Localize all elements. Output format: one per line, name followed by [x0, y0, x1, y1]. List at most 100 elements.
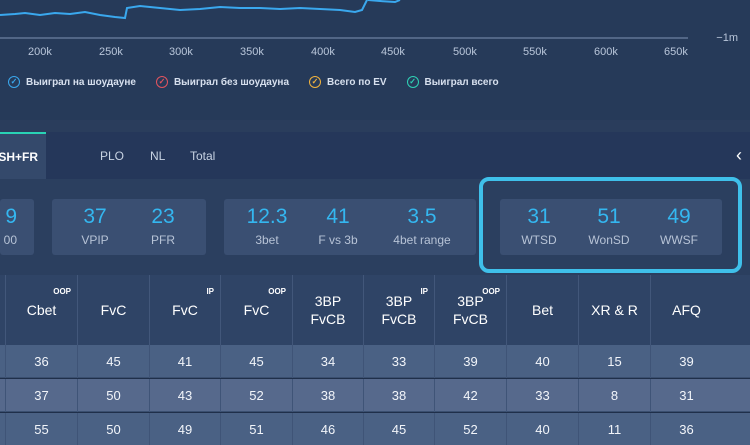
table-cell: 38 [292, 379, 363, 412]
check-circle-icon: ✓ [406, 76, 419, 88]
stat-item: 23 PFR [128, 199, 198, 247]
table-cell: 45 [220, 345, 292, 378]
x-tick-label: 300k [169, 46, 193, 58]
stat-group-3bet: 12.3 3bet 41 F vs 3b 3.5 4bet range [224, 199, 476, 255]
x-tick-label: 250k [99, 46, 123, 58]
table-cell: 15 [578, 345, 650, 378]
column-header[interactable]: Bet [506, 275, 578, 345]
legend-item-ev[interactable]: ✓ Всего по EV [309, 76, 387, 88]
tab-total[interactable]: Total [190, 149, 215, 163]
table-cell: 37 [5, 379, 77, 412]
highlight-frame [479, 177, 742, 273]
tab-sh-fr[interactable]: SH+FR [0, 132, 46, 179]
stat-item: 41 F vs 3b [303, 199, 373, 247]
stat-value: 3.5 [407, 205, 437, 228]
legend-item-total[interactable]: ✓ Выиграл всего [406, 76, 499, 88]
stat-value: 12.3 [246, 205, 288, 228]
table-cell: 33 [363, 345, 434, 378]
table-cell: 55 [5, 413, 77, 445]
table-cell: 11 [578, 413, 650, 445]
table-cell: 8 [578, 379, 650, 412]
table-cell: 49 [149, 413, 220, 445]
table-cell: 38 [363, 379, 434, 412]
stat-value: 41 [326, 205, 350, 228]
column-header[interactable]: FvC [77, 275, 149, 345]
x-tick-label: 350k [240, 46, 264, 58]
check-circle-icon: ✓ [8, 76, 20, 88]
table-cell: 52 [434, 413, 506, 445]
column-header[interactable]: Cbet OOP [5, 275, 77, 345]
table-cell: 40 [506, 413, 578, 445]
table-cell: 39 [434, 345, 506, 378]
table-cell: 41 [149, 345, 220, 378]
table-cell: 45 [363, 413, 434, 445]
winnings-chart: 200k 250k 300k 350k 400k 450k 500k 550k … [0, 0, 750, 120]
column-header[interactable]: 3BP FvCB [292, 275, 363, 345]
column-header[interactable]: 3BP FvCB IP [363, 275, 434, 345]
tab-nl[interactable]: NL [150, 149, 165, 163]
table-row: 37 50 43 52 38 38 42 33 8 31 [0, 379, 750, 412]
chart-legend: ✓ Выиграл на шоудауне ✓ Выиграл без шоуд… [0, 75, 519, 89]
table-cell: 43 [149, 379, 220, 412]
series-line-showdown [0, 0, 369, 20]
column-header[interactable]: FvC IP [149, 275, 220, 345]
chevron-left-icon[interactable]: ‹ [736, 144, 750, 166]
x-tick-label: 500k [453, 46, 477, 58]
stat-item: 9 00 [0, 199, 25, 247]
stat-value: 23 [151, 205, 175, 228]
x-tick-label: 450k [381, 46, 405, 58]
table-cell: 33 [506, 379, 578, 412]
x-tick-label: 550k [523, 46, 547, 58]
x-tick-label: 400k [311, 46, 335, 58]
x-tick-label: 200k [28, 46, 52, 58]
table-cell: 50 [77, 379, 149, 412]
table-cell: 31 [650, 379, 722, 412]
series-line-showdown-tail [367, 0, 401, 4]
stat-item: 3.5 4bet range [386, 199, 458, 247]
stat-group-preflop: 37 VPIP 23 PFR [52, 199, 206, 255]
stat-label: VPIP [81, 233, 109, 247]
stats-panel: 9 00 37 VPIP 23 PFR 12.3 3bet 41 F vs 3b… [0, 177, 750, 275]
legend-item-non-showdown[interactable]: ✓ Выиграл без шоудауна [155, 76, 290, 88]
stat-value: 9 [5, 205, 17, 228]
legend-label: Выиграл на шоудауне [26, 76, 136, 88]
table-cell: 45 [77, 345, 149, 378]
stat-label: F vs 3b [318, 233, 358, 247]
stat-label: PFR [151, 233, 175, 247]
game-type-tabs: SH+FR PLO NL Total ‹ [0, 132, 750, 179]
column-header[interactable]: 3BP FvCB OOP [434, 275, 506, 345]
column-header[interactable]: FvC OOP [220, 275, 292, 345]
stat-group-partial: 9 00 [0, 199, 34, 255]
table-cell: 39 [650, 345, 722, 378]
stat-label: 4bet range [393, 233, 451, 247]
y-axis-label: −1m [716, 32, 738, 44]
legend-label: Всего по EV [327, 76, 387, 88]
table-cell: 36 [650, 413, 722, 445]
table-row: 36 45 41 45 34 33 39 40 15 39 [0, 345, 750, 378]
table-cell: 46 [292, 413, 363, 445]
stat-label: 00 [3, 233, 17, 247]
legend-item-showdown[interactable]: ✓ Выиграл на шоудауне [8, 76, 136, 88]
table-cell: 42 [434, 379, 506, 412]
table-cell: 34 [292, 345, 363, 378]
column-header[interactable]: XR & R [578, 275, 650, 345]
stat-label: 3bet [255, 233, 279, 247]
x-tick-label: 650k [664, 46, 688, 58]
legend-label: Выиграл без шоудауна [173, 76, 290, 88]
table-cell: 36 [5, 345, 77, 378]
table-row: 55 50 49 51 46 45 52 40 11 36 [0, 413, 750, 445]
check-circle-icon: ✓ [155, 76, 168, 88]
table-cell: 40 [506, 345, 578, 378]
section-divider [0, 120, 750, 132]
stats-table-header: Cbet OOP FvC FvC IP FvC OOP 3BP FvCB 3BP Fv… [0, 275, 750, 345]
column-header[interactable]: AFQ [650, 275, 722, 345]
check-circle-icon: ✓ [309, 76, 322, 88]
stat-value: 37 [83, 205, 107, 228]
stat-item: 37 VPIP [60, 199, 130, 247]
legend-label: Выиграл всего [424, 76, 499, 88]
x-tick-label: 600k [594, 46, 618, 58]
stat-item: 12.3 3bet [232, 199, 302, 247]
table-cell: 50 [77, 413, 149, 445]
tab-plo[interactable]: PLO [100, 149, 124, 163]
table-cell: 52 [220, 379, 292, 412]
